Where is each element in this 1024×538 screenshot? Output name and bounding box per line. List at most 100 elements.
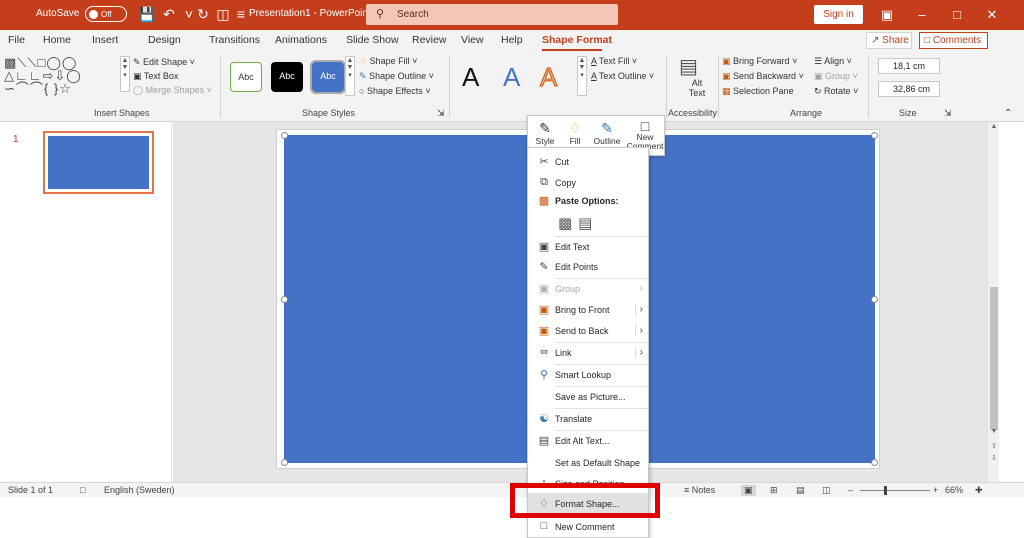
tab-review[interactable]: Review (412, 34, 446, 46)
text-box-button[interactable]: ▣ Text Box (133, 71, 178, 82)
resize-handle[interactable] (871, 459, 878, 466)
chevron-right-icon[interactable]: › (634, 347, 643, 358)
mini-style-button[interactable]: ✎ Style (532, 119, 558, 146)
group-button[interactable]: ▣ Group ˅ (814, 71, 858, 82)
wordart-style-3[interactable]: A (539, 62, 557, 93)
resize-handle[interactable] (281, 132, 288, 139)
present-icon[interactable]: ◫ (214, 5, 232, 23)
normal-view-icon[interactable]: ▣ (741, 485, 756, 496)
menu-item-translate[interactable]: ☯ Translate (528, 408, 648, 430)
customize-toolbar-icon[interactable]: ≡ (232, 5, 250, 23)
language[interactable]: English (Sweden) (104, 485, 175, 495)
menu-item-edit-alt-text[interactable]: ▤ Edit Alt Text... (528, 430, 648, 452)
bring-forward-button[interactable]: ▣ Bring Forward ˅ (722, 56, 797, 67)
paste-option-buttons[interactable]: ▩▤ (558, 214, 598, 232)
alt-text-button[interactable]: Alt Text (683, 78, 711, 98)
chevron-right-icon[interactable]: › (634, 325, 643, 336)
save-icon[interactable]: 💾 (138, 5, 156, 23)
menu-item-bring-to-front[interactable]: ▣ Bring to Front › (528, 299, 648, 321)
autosave-toggle[interactable]: Off (85, 6, 127, 22)
shape-styles-launcher-icon[interactable]: ⇲ (437, 108, 445, 119)
resize-handle[interactable] (871, 132, 878, 139)
mini-outline-button[interactable]: ✎ Outline (592, 119, 622, 146)
zoom-slider-thumb[interactable] (884, 486, 887, 495)
menu-item-set-default-shape[interactable]: Set as Default Shape (528, 452, 648, 474)
tab-insert[interactable]: Insert (92, 34, 118, 46)
scroll-down-icon[interactable]: ▼ (988, 428, 1000, 435)
menu-item-edit-text[interactable]: ▣ Edit Text (528, 236, 648, 258)
tab-design[interactable]: Design (148, 34, 181, 46)
style-preset-3[interactable]: Abc (310, 60, 346, 94)
text-fill-button[interactable]: A Text Fill ˅ (591, 56, 637, 66)
shapes-gallery[interactable]: ▩⟍⟍□◯◯ △∟∟⇨⇩◯ ∽⌒⌒{ }☆ (4, 56, 134, 96)
menu-item-format-shape[interactable]: ♢ Format Shape... (528, 493, 648, 515)
slideshow-icon[interactable]: ◫ (822, 485, 831, 496)
align-button[interactable]: ☰ Align ˅ (814, 56, 852, 67)
wordart-gallery-scroll[interactable]: ▲ ▼ ▾ (577, 56, 587, 96)
shape-effects-button[interactable]: ○ Shape Effects ˅ (359, 86, 431, 96)
sign-in-button[interactable]: Sign in (814, 5, 863, 24)
style-preset-1[interactable]: Abc (230, 62, 262, 92)
menu-item-size-and-position[interactable]: ↕ Size and Position... (528, 473, 648, 495)
redo-icon[interactable]: ↻ (194, 5, 212, 23)
wordart-style-2[interactable]: A (503, 62, 520, 93)
tab-shape-format[interactable]: Shape Format (542, 34, 612, 46)
size-launcher-icon[interactable]: ⇲ (944, 108, 952, 119)
tab-file[interactable]: File (8, 34, 25, 46)
menu-item-new-comment[interactable]: □ New Comment (528, 516, 648, 538)
tab-slide-show[interactable]: Slide Show (346, 34, 399, 46)
menu-item-link[interactable]: ∞ Link › (528, 342, 648, 364)
width-input[interactable]: 32,86 cm (878, 81, 940, 97)
notes-button[interactable]: ≡ Notes (684, 485, 715, 495)
accessibility-check-icon[interactable]: □ (80, 485, 85, 495)
rotate-button[interactable]: ↻ Rotate ˅ (814, 86, 858, 97)
menu-item-send-to-back[interactable]: ▣ Send to Back › (528, 320, 648, 342)
styles-gallery-scroll[interactable]: ▲ ▼ ▾ (345, 56, 355, 96)
shapes-gallery-scroll[interactable]: ▲ ▼ ▾ (120, 56, 130, 92)
undo-icon[interactable]: ↶ (160, 5, 178, 23)
menu-item-save-as-picture[interactable]: Save as Picture... (528, 386, 648, 408)
selection-pane-button[interactable]: ▦ Selection Pane (722, 86, 794, 97)
menu-item-cut[interactable]: ✂ Cut (528, 151, 648, 173)
zoom-in-icon[interactable]: + (933, 485, 938, 495)
shape-fill-button[interactable]: ♢ Shape Fill ˅ (359, 56, 417, 67)
scroll-up-icon[interactable]: ▲ (988, 123, 1000, 130)
resize-handle[interactable] (871, 296, 878, 303)
shape-outline-button[interactable]: ✎ Shape Outline ˅ (359, 71, 434, 82)
style-preset-2[interactable]: Abc (271, 62, 303, 92)
menu-item-group[interactable]: ▣ Group › (528, 278, 648, 300)
zoom-level[interactable]: 66% (945, 485, 963, 495)
mini-fill-button[interactable]: ♢ Fill (562, 119, 588, 146)
tab-help[interactable]: Help (501, 34, 523, 46)
minimize-icon[interactable]: – (905, 4, 939, 26)
ribbon-display-icon[interactable]: ▣ (870, 4, 904, 26)
collapse-ribbon-icon[interactable]: ⌃ (1004, 108, 1012, 119)
merge-shapes-button[interactable]: ◯ Merge Shapes ˅ (133, 85, 212, 96)
scrollbar-thumb[interactable] (990, 287, 998, 430)
chevron-right-icon[interactable]: › (634, 304, 643, 315)
comments-button[interactable]: □ Comments (919, 32, 988, 49)
vertical-scrollbar[interactable]: ▲ ▼ ⇧ ⇩ (987, 122, 999, 482)
tab-animations[interactable]: Animations (275, 34, 327, 46)
share-button[interactable]: ↗ Share (866, 32, 912, 49)
search-box[interactable]: ⚲ Search (366, 4, 618, 25)
wordart-style-1[interactable]: A (462, 62, 479, 93)
reading-view-icon[interactable]: ▤ (796, 485, 805, 496)
zoom-out-icon[interactable]: – (848, 485, 853, 495)
slide-thumbnail[interactable] (43, 131, 154, 194)
close-icon[interactable]: ✕ (975, 4, 1009, 26)
zoom-slider-track[interactable] (860, 490, 930, 491)
tab-view[interactable]: View (461, 34, 484, 46)
next-slide-icon[interactable]: ⇩ (988, 454, 1000, 462)
menu-item-edit-points[interactable]: ✎ Edit Points (528, 256, 648, 278)
slide-sorter-icon[interactable]: ⊞ (770, 485, 778, 496)
tab-home[interactable]: Home (43, 34, 71, 46)
send-backward-button[interactable]: ▣ Send Backward ˅ (722, 71, 804, 82)
resize-handle[interactable] (281, 459, 288, 466)
height-input[interactable]: 18,1 cm (878, 58, 940, 74)
resize-handle[interactable] (281, 296, 288, 303)
edit-shape-button[interactable]: ✎ Edit Shape ˅ (133, 57, 195, 68)
text-outline-button[interactable]: A Text Outline ˅ (591, 71, 654, 81)
maximize-icon[interactable]: □ (940, 4, 974, 26)
tab-transitions[interactable]: Transitions (209, 34, 260, 46)
